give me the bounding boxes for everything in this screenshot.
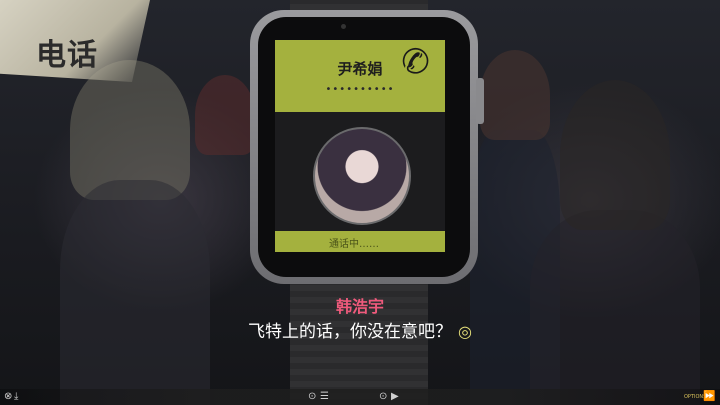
phone-badge-label: 电话 (36, 38, 98, 73)
speaker-name: 韩浩宇 (335, 297, 384, 316)
phone-handset-icon: ✆ (397, 40, 433, 85)
character-dark-hair-woman (560, 80, 670, 230)
skip-forward-icon[interactable]: ⏩ (703, 390, 715, 404)
watch-screen: 尹希娟 •••••••••• ✆ 通话中…… (275, 40, 445, 252)
character-red-hair-man (195, 75, 255, 155)
control-bar (0, 389, 720, 405)
close-icon[interactable]: ⊗ (4, 390, 12, 404)
hide-text-icon[interactable]: ⤓ (14, 390, 18, 404)
call-status-text: 通话中…… (329, 239, 379, 250)
continue-indicator-icon: ◎ (458, 322, 472, 341)
dialogue-box[interactable]: 飞特上的话，你没在意吧？ ◎ (0, 317, 720, 342)
call-status-bar: 通话中…… (275, 231, 445, 252)
watch-crown (476, 78, 484, 124)
auto-play-icon[interactable]: ▶ (391, 390, 399, 404)
character-suited-man (480, 50, 550, 140)
auto-dot-icon[interactable]: ⊙ (379, 390, 387, 404)
watch-sensor-dot (341, 24, 346, 29)
menu-dot-icon[interactable]: ⊙ (308, 390, 316, 404)
caller-number-mask: •••••••••• (325, 84, 395, 95)
caller-avatar (313, 127, 411, 225)
backlog-icon[interactable]: ☰ (320, 390, 329, 404)
dialogue-text: 飞特上的话，你没在意吧？ (248, 322, 453, 342)
caller-header: 尹希娟 •••••••••• ✆ (275, 40, 445, 112)
